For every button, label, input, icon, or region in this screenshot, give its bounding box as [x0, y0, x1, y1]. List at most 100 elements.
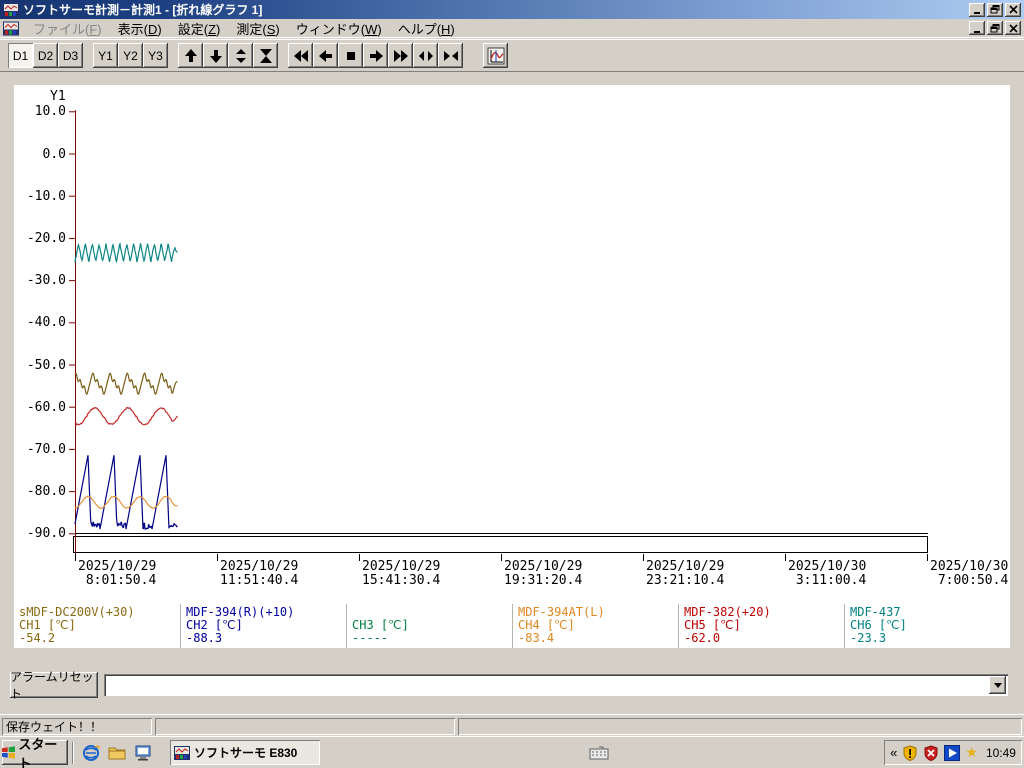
app-icon: [3, 2, 19, 17]
combobox-dropdown-button[interactable]: [989, 676, 1006, 694]
expand-horizontal-button[interactable]: [413, 43, 438, 68]
expand-vertical-button[interactable]: [228, 43, 253, 68]
desktop: ソフトサーモ計測－計測1 - [折れ線グラフ 1] ファイル(F) 表示(D) …: [0, 0, 1024, 768]
compress-horizontal-button[interactable]: [438, 43, 463, 68]
y-tick-label: -80.0: [26, 484, 66, 500]
status-pane-2: [155, 718, 455, 735]
series-ch6: [74, 242, 178, 264]
internet-explorer-icon[interactable]: [82, 744, 100, 762]
app-icon: [174, 745, 190, 760]
y2-button[interactable]: Y2: [118, 43, 143, 68]
channel-value: -83.4: [518, 631, 555, 645]
menu-settings[interactable]: 設定(Z): [170, 18, 229, 39]
keyboard-icon[interactable]: [589, 746, 609, 760]
compress-vertical-button[interactable]: [253, 43, 278, 68]
x-tick-label: 2025/10/29 23:21:10.4: [646, 559, 725, 588]
series-ch1: [74, 372, 178, 396]
channel-value: -54.2: [19, 631, 56, 645]
fast-forward-icon: [393, 49, 408, 62]
arrow-down-icon: [209, 49, 222, 63]
y-tick-label: -90.0: [26, 526, 66, 542]
rewind-button[interactable]: [288, 43, 313, 68]
compress-horizontal-icon: [443, 50, 458, 61]
close-button[interactable]: [1005, 2, 1021, 17]
chart-panel: Y1 10.0 0.0 -10.0 -20.0 -30.0 -40.0 -50.0 -60.0…: [14, 85, 1010, 604]
channel-panel: sMDF-DC200V(+30) CH1 [℃] -54.2 MDF-394(R…: [14, 604, 1010, 648]
y-tick-label: 0.0: [42, 146, 66, 162]
star-icon[interactable]: ★: [965, 744, 978, 761]
channel-value: -23.3: [850, 631, 887, 645]
channel-readout-ch3: CH3 [℃] -----: [346, 604, 512, 648]
alarm-reset-button[interactable]: アラームリセット: [10, 670, 98, 701]
arrow-left-icon: [318, 49, 332, 62]
y-tick-label: 10.0: [34, 104, 66, 120]
y-tick-label: -60.0: [26, 399, 66, 415]
scroll-down-button[interactable]: [203, 43, 228, 68]
scroll-up-button[interactable]: [178, 43, 203, 68]
x-tick-label: 2025/10/29 19:31:20.4: [504, 559, 583, 588]
y1-button[interactable]: Y1: [93, 43, 118, 68]
stop-button[interactable]: [338, 43, 363, 68]
line-chart[interactable]: [14, 85, 1010, 604]
x-tick-label: 2025/10/30 7:00:50.4: [930, 559, 1009, 588]
child-restore-button[interactable]: [987, 21, 1003, 35]
fast-forward-button[interactable]: [388, 43, 413, 68]
minimize-button[interactable]: [969, 2, 985, 17]
arrow-up-icon: [184, 48, 197, 62]
window-title: ソフトサーモ計測－計測1 - [折れ線グラフ 1]: [23, 3, 263, 17]
channel-readout-ch4: MDF-394AT(L) CH4 [℃] -83.4: [512, 604, 678, 648]
security-alert-icon[interactable]: [902, 744, 918, 761]
channel-value: -62.0: [684, 631, 721, 645]
channel-readout-ch1: sMDF-DC200V(+30) CH1 [℃] -54.2: [14, 604, 180, 648]
menu-window[interactable]: ウィンドウ(W): [288, 18, 390, 39]
compress-vertical-icon: [259, 48, 272, 63]
status-pane-3: [458, 718, 1022, 735]
expand-horizontal-icon: [418, 50, 433, 61]
d3-button[interactable]: D3: [58, 43, 83, 68]
y-tick-label: -10.0: [26, 188, 66, 204]
folder-icon[interactable]: [108, 745, 126, 760]
rewind-icon: [293, 49, 308, 62]
line-graph-icon: [487, 47, 504, 64]
alarm-combobox[interactable]: [104, 674, 1008, 696]
menu-help[interactable]: ヘルプ(H): [390, 18, 463, 39]
close-icon: [1008, 23, 1018, 33]
menu-file[interactable]: ファイル(F): [25, 18, 110, 39]
d1-button[interactable]: D1: [8, 43, 33, 68]
step-right-button[interactable]: [363, 43, 388, 68]
expand-vertical-icon: [235, 48, 246, 63]
alarm-row: アラームリセット: [0, 670, 1024, 701]
series-ch5: [74, 406, 179, 426]
step-left-button[interactable]: [313, 43, 338, 68]
channel-readout-ch2: MDF-394(R)(+10) CH2 [℃] -88.3: [180, 604, 346, 648]
y-tick-label: -70.0: [26, 441, 66, 457]
y-tick-label: -30.0: [26, 273, 66, 289]
minimize-icon: [973, 12, 980, 14]
desktop-icon[interactable]: [134, 745, 152, 761]
taskbar-app-button[interactable]: ソフトサーモ E830: [170, 740, 320, 765]
child-close-button[interactable]: [1005, 21, 1021, 35]
y-tick-label: -20.0: [26, 230, 66, 246]
menu-measure[interactable]: 測定(S): [228, 18, 287, 39]
x-tick-label: 2025/10/29 15:41:30.4: [362, 559, 441, 588]
close-icon: [1008, 5, 1018, 14]
toolbar: D1 D2 D3 Y1 Y2 Y3: [0, 39, 1024, 72]
graph-mode-button[interactable]: [483, 43, 508, 68]
menubar: ファイル(F) 表示(D) 設定(Z) 測定(S) ウィンドウ(W) ヘルプ(H…: [0, 19, 1024, 38]
taskbar-separator: [72, 741, 74, 764]
media-player-icon[interactable]: [944, 744, 961, 761]
restore-icon: [990, 23, 1000, 32]
tray-chevron[interactable]: «: [890, 745, 897, 760]
restore-button[interactable]: [987, 2, 1003, 17]
child-minimize-button[interactable]: [969, 21, 985, 35]
d2-button[interactable]: D2: [33, 43, 58, 68]
menu-view[interactable]: 表示(D): [110, 18, 170, 39]
security-error-icon[interactable]: [923, 744, 939, 761]
start-label: スタート: [18, 736, 58, 768]
start-button[interactable]: スタート: [2, 737, 68, 768]
windows-logo-icon: [2, 746, 16, 759]
task-label: ソフトサーモ E830: [194, 746, 298, 760]
y3-button[interactable]: Y3: [143, 43, 168, 68]
channel-value: -----: [352, 631, 389, 645]
x-tick-label: 2025/10/29 11:51:40.4: [220, 559, 299, 588]
